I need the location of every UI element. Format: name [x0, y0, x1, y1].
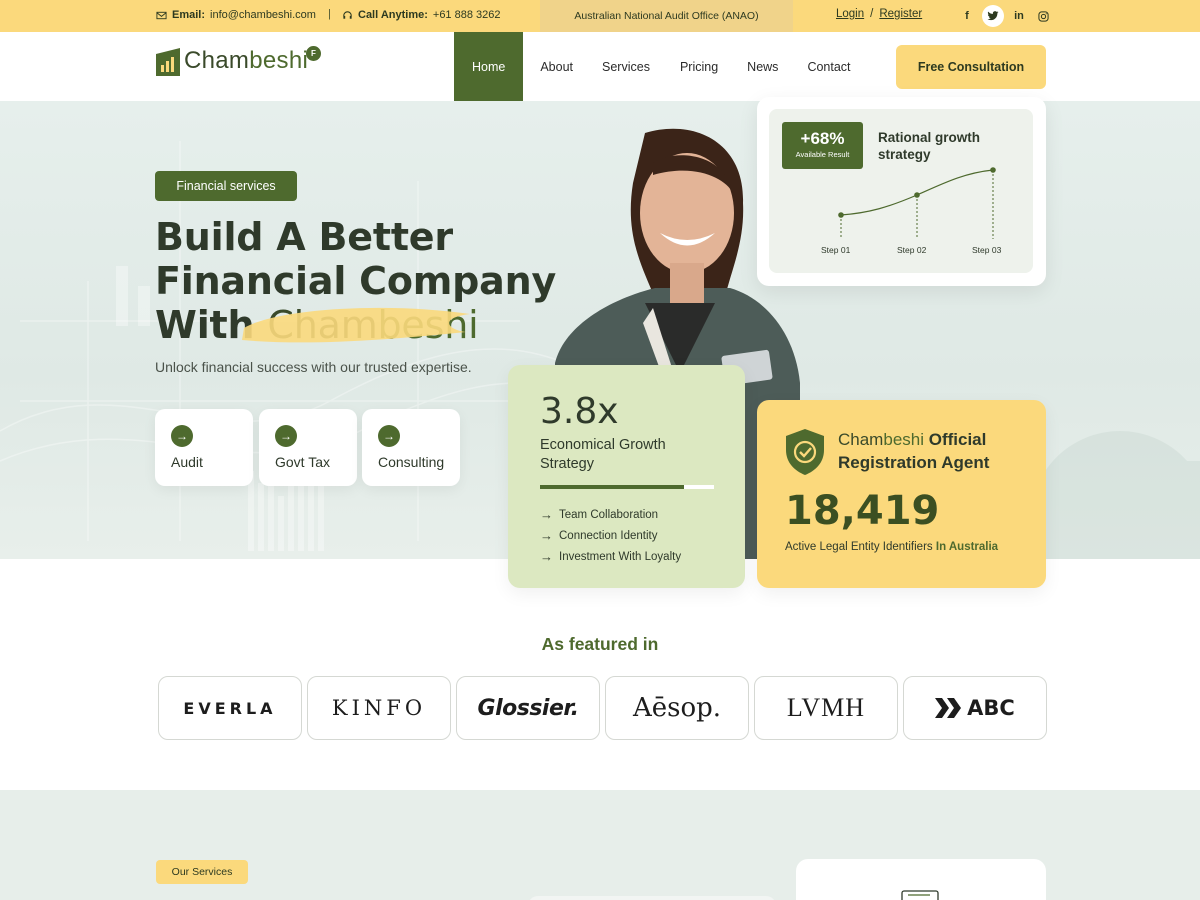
econ-value: 3.8x [540, 391, 619, 432]
envelope-icon [156, 11, 167, 19]
brand-badge: F [306, 46, 321, 61]
nav-contact[interactable]: Contact [807, 32, 850, 101]
phone-info: Call Anytime: +61 888 3262 [342, 9, 501, 21]
highlight-swash [242, 307, 470, 343]
featured-logos: EVERLA KINFO Glossier. Aēsop. LVMH ABC [158, 676, 1047, 740]
logo-lvmh[interactable]: LVMH [754, 676, 898, 740]
nav-news[interactable]: News [747, 32, 778, 101]
step-point [990, 167, 996, 173]
main-navbar: Chambeshi F Home About Services Pricing … [0, 32, 1200, 101]
facebook-icon[interactable]: f [958, 5, 976, 27]
brand-logo[interactable]: Chambeshi F [156, 46, 321, 76]
chip-label: Consulting [378, 454, 445, 470]
services-section: Our Services [0, 790, 1200, 900]
growth-card-inner: +68% Available Result Rational growth st… [769, 109, 1033, 273]
email-label: Email: [172, 9, 206, 21]
nav-services[interactable]: Services [602, 32, 650, 101]
auth-separator: / [870, 8, 874, 20]
reg-description: Active Legal Entity Identifiers In Austr… [785, 541, 999, 553]
services-placeholder [528, 896, 776, 900]
econ-feature-list: → Team Collaboration → Connection Identity… [540, 504, 681, 567]
chip-label: Audit [171, 454, 203, 470]
nav-about[interactable]: About [540, 32, 573, 101]
economical-growth-card: 3.8x Economical Growth Strategy → Team Co… [508, 365, 745, 588]
free-consultation-button[interactable]: Free Consultation [896, 45, 1046, 89]
auth-links: Login / Register [836, 8, 922, 20]
service-chip-consulting[interactable]: → Consulting [362, 409, 460, 486]
brand-name: Chambeshi [184, 47, 309, 74]
chart-logo-icon [156, 48, 180, 76]
service-chip-govt-tax[interactable]: → Govt Tax [259, 409, 357, 486]
logo-glossier[interactable]: Glossier. [456, 676, 600, 740]
phone-label: Call Anytime: [358, 9, 428, 21]
logo-aesop[interactable]: Aēsop. [605, 676, 749, 740]
step-point [838, 212, 844, 218]
twitter-icon[interactable] [982, 5, 1004, 27]
logo-abc[interactable]: ABC [903, 676, 1047, 740]
phone-value[interactable]: +61 888 3262 [433, 9, 501, 21]
list-item: → Connection Identity [540, 528, 658, 543]
headset-icon [343, 10, 352, 19]
list-item: → Team Collaboration [540, 507, 659, 522]
step-label: Step 03 [972, 245, 1002, 255]
econ-progress-fill [540, 485, 685, 489]
reg-card-title: Chambeshi Official Registration Agent [838, 430, 990, 472]
reg-count: 18,419 [785, 488, 940, 534]
list-item: → Investment With Loyalty [540, 549, 682, 564]
arrow-right-icon: → [275, 425, 297, 447]
chip-label: Govt Tax [275, 454, 330, 470]
arrow-right-icon: → [378, 425, 400, 447]
arrow-right-icon: → [171, 425, 193, 447]
shield-check-icon [786, 429, 824, 475]
agency-banner: Australian National Audit Office (ANAO) [540, 0, 793, 32]
logo-everla[interactable]: EVERLA [158, 676, 302, 740]
email-info: Email: info@chambeshi.com [156, 9, 316, 21]
arrow-right-icon: → [540, 507, 553, 522]
step-label: Step 01 [821, 245, 851, 255]
arrow-right-icon: → [540, 528, 553, 543]
featured-heading: As featured in [541, 634, 659, 654]
registration-agent-card: Chambeshi Official Registration Agent 18… [757, 400, 1046, 588]
instagram-icon[interactable] [1034, 5, 1052, 27]
linkedin-icon[interactable]: in [1010, 5, 1028, 27]
email-value[interactable]: info@chambeshi.com [210, 9, 316, 21]
top-bar: Email: info@chambeshi.com | Call Anytime… [0, 0, 1200, 32]
service-card[interactable] [796, 859, 1046, 900]
step-point [914, 192, 920, 198]
divider: | [328, 8, 331, 20]
double-chevron-icon [935, 698, 962, 718]
hero-tag: Financial services [155, 171, 297, 201]
hero-subtitle: Unlock financial success with our truste… [155, 359, 472, 375]
econ-progress-bar [540, 485, 714, 489]
arrow-right-icon: → [540, 549, 553, 564]
monitor-icon [901, 890, 939, 900]
logo-kinfo[interactable]: KINFO [307, 676, 451, 740]
step-label: Step 02 [897, 245, 927, 255]
login-link[interactable]: Login [836, 8, 864, 20]
social-links: f in [958, 5, 1052, 27]
nav-pricing[interactable]: Pricing [680, 32, 718, 101]
register-link[interactable]: Register [879, 8, 922, 20]
econ-title: Economical Growth Strategy [540, 437, 666, 472]
service-chip-audit[interactable]: → Audit [155, 409, 253, 486]
nav-home[interactable]: Home [454, 32, 524, 101]
primary-nav: Home About Services Pricing News Contact [454, 32, 851, 101]
growth-strategy-card: +68% Available Result Rational growth st… [757, 97, 1046, 286]
services-tag: Our Services [156, 860, 248, 884]
